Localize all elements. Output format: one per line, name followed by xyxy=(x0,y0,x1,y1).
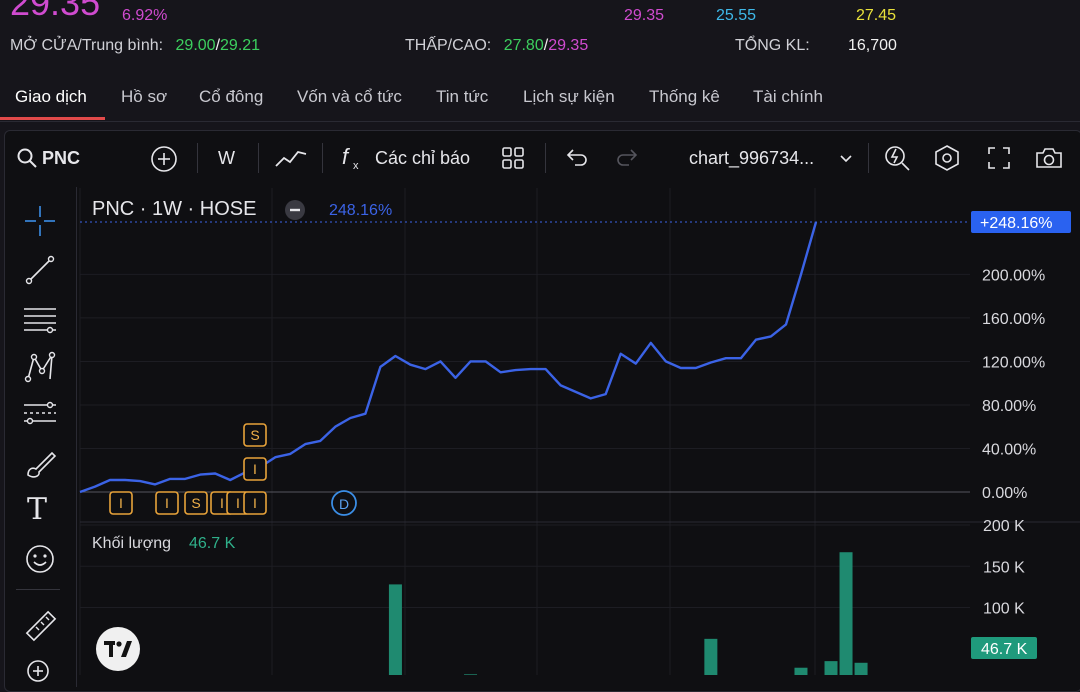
tab-tai-chinh[interactable]: Tài chính xyxy=(753,87,823,107)
svg-text:x: x xyxy=(353,160,359,172)
chevron-down-icon xyxy=(840,155,852,163)
chart-legend-title: PNC · 1W · HOSE xyxy=(92,198,257,220)
drawing-toolbar: T xyxy=(4,187,77,687)
tab-lich-su-kien[interactable]: Lịch sự kiện xyxy=(523,87,615,107)
tradingview-logo[interactable] xyxy=(96,627,140,671)
quote-value-1: 29.35 xyxy=(624,7,665,24)
horizontal-lines-icon[interactable] xyxy=(22,303,58,335)
change-percent: 6.92% xyxy=(122,7,168,24)
text-tool-icon[interactable]: T xyxy=(27,492,47,527)
interval-button[interactable]: W xyxy=(218,148,235,169)
undo-icon[interactable] xyxy=(565,147,589,169)
toolbar-divider xyxy=(545,143,546,173)
toolbar-divider xyxy=(322,143,323,173)
crosshair-icon[interactable] xyxy=(24,205,56,237)
emoji-icon[interactable] xyxy=(24,543,56,575)
low-value: 27.80 xyxy=(503,37,544,54)
symbol-label: PNC xyxy=(42,148,81,168)
tool-divider xyxy=(16,589,60,590)
tv-logo-icon xyxy=(104,641,132,657)
volume-legend-value: 46.7 K xyxy=(189,535,236,552)
layout-grid-icon[interactable] xyxy=(501,146,525,170)
total-volume-label: TỔNG KL: xyxy=(735,37,810,54)
tab-ho-so[interactable]: Hồ sơ xyxy=(121,87,167,107)
current-price: 29.35 xyxy=(10,0,101,23)
compare-add-icon[interactable] xyxy=(150,145,178,173)
zoom-in-icon[interactable] xyxy=(26,659,54,687)
tab-thong-ke[interactable]: Thống kê xyxy=(649,87,720,107)
toolbar-divider xyxy=(197,143,198,173)
chart-type-line-icon[interactable] xyxy=(274,146,308,170)
open-value: 29.00 xyxy=(175,37,216,54)
ruler-icon[interactable] xyxy=(24,609,58,643)
minus-circle-icon[interactable] xyxy=(284,199,306,221)
chart-name-label: chart_996734... xyxy=(689,148,815,168)
quick-search-icon[interactable] xyxy=(883,144,911,172)
settings-hexagon-icon[interactable] xyxy=(933,144,961,172)
quote-value-3: 27.45 xyxy=(856,7,897,24)
fullscreen-icon[interactable] xyxy=(987,146,1011,170)
volume-legend-label: Khối lượng xyxy=(92,535,172,552)
brush-icon[interactable] xyxy=(24,449,58,479)
avg-value: 29.21 xyxy=(220,37,261,54)
low-high-stat: THẤP/CAO: 27.80/29.35 xyxy=(405,37,588,55)
low-high-label: THẤP/CAO: xyxy=(405,37,492,54)
search-icon xyxy=(17,148,37,168)
quote-value-2: 25.55 xyxy=(716,7,757,24)
tab-von-va-co-tuc[interactable]: Vốn và cổ tức xyxy=(297,87,402,107)
open-avg-label: MỞ CỬA/Trung bình: xyxy=(10,37,164,54)
function-icon: f x xyxy=(342,144,359,172)
trend-line-icon[interactable] xyxy=(24,254,56,286)
open-avg-stat: MỞ CỬA/Trung bình: 29.00/29.21 xyxy=(10,37,260,55)
tab-co-dong[interactable]: Cổ đông xyxy=(199,87,263,107)
toolbar-divider xyxy=(258,143,259,173)
chart-name-dropdown[interactable]: chart_996734... xyxy=(689,147,859,171)
forecast-tool-icon[interactable] xyxy=(22,399,58,431)
tab-tin-tuc[interactable]: Tin tức xyxy=(436,87,488,107)
active-tab-indicator xyxy=(0,117,105,120)
pattern-tool-icon[interactable] xyxy=(24,351,56,383)
indicators-label: Các chỉ báo xyxy=(375,148,471,168)
indicators-button[interactable]: f x Các chỉ báo xyxy=(340,143,480,173)
high-value: 29.35 xyxy=(548,37,589,54)
tab-bar: Giao dịch Hồ sơ Cổ đông Vốn và cổ tức Ti… xyxy=(0,75,1080,122)
tab-giao-dich[interactable]: Giao dịch xyxy=(15,87,87,107)
chart-legend-value: 248.16% xyxy=(329,202,393,219)
svg-text:f: f xyxy=(342,144,351,169)
camera-icon[interactable] xyxy=(1034,146,1064,170)
redo-icon[interactable] xyxy=(615,147,639,169)
total-volume-value: 16,700 xyxy=(848,37,897,54)
toolbar-divider xyxy=(868,143,869,173)
